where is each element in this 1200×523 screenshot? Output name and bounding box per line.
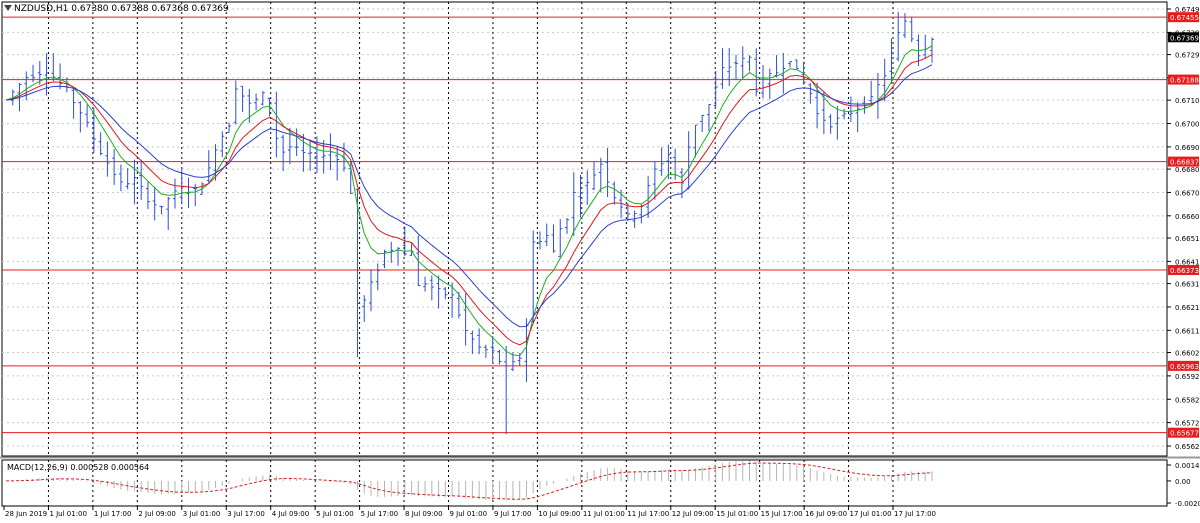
macd-tick-label: 0.00 — [1175, 478, 1191, 486]
macd-label: MACD(12,26,9) — [7, 463, 68, 472]
y-tick-label: 0.65820 — [1175, 396, 1200, 404]
x-tick-label: 16 Jul 09:00 — [805, 510, 847, 518]
x-tick-label: 15 Jul 01:00 — [716, 510, 758, 518]
chart-title: NZDUSD,H1 0.67380 0.67388 0.67368 0.6736… — [14, 4, 229, 14]
x-tick-label: 11 Jul 17:00 — [627, 510, 669, 518]
macd-panel-frame — [1, 459, 1168, 507]
x-tick-label: 5 Jul 01:00 — [316, 510, 354, 518]
y-tick-label: 0.66900 — [1175, 144, 1200, 152]
y-tick-label: 0.65920 — [1175, 373, 1200, 381]
current-price-label: 0.67369 — [1170, 34, 1199, 42]
y-tick-label: 0.66115 — [1175, 327, 1200, 335]
price-level-label: 0.65677 — [1170, 430, 1199, 438]
y-tick-label: 0.66605 — [1175, 213, 1200, 221]
x-tick-label: 11 Jul 01:00 — [583, 510, 625, 518]
x-tick-label: 9 Jul 01:00 — [450, 510, 488, 518]
y-tick-label: 0.66705 — [1175, 189, 1200, 197]
x-tick-label: 17 Jul 01:00 — [850, 510, 892, 518]
x-tick-label: 10 Jul 09:00 — [538, 510, 580, 518]
y-tick-label: 0.66510 — [1175, 235, 1200, 243]
price-level-label: 0.67188 — [1170, 77, 1199, 85]
ohlc-values: 0.67380 0.67388 0.67368 0.67369 — [71, 4, 229, 14]
y-tick-label: 0.67295 — [1175, 52, 1200, 60]
chart-canvas: 0.674900.673900.672950.671950.671000.670… — [0, 1, 1200, 518]
symbol-timeframe: NZDUSD,H1 — [14, 4, 69, 14]
y-tick-label: 0.66805 — [1175, 166, 1200, 174]
x-tick-label: 4 Jul 09:00 — [272, 510, 310, 518]
x-tick-label: 2 Jul 09:00 — [138, 510, 176, 518]
macd-values: 0.000528 0.000564 — [70, 463, 150, 472]
macd-tick-label: -0.002018 — [1175, 500, 1200, 508]
x-tick-label: 1 Jul 01:00 — [49, 510, 87, 518]
dropdown-arrow-icon[interactable] — [4, 5, 12, 11]
y-tick-label: 0.67000 — [1175, 121, 1200, 129]
y-tick-label: 0.66020 — [1175, 350, 1200, 358]
price-level-label: 0.66373 — [1170, 267, 1199, 275]
x-tick-label: 5 Jul 17:00 — [361, 510, 399, 518]
x-tick-label: 3 Jul 17:00 — [227, 510, 265, 518]
y-tick-label: 0.66315 — [1175, 281, 1200, 289]
main-panel-frame — [1, 1, 1168, 457]
x-tick-label: 12 Jul 09:00 — [672, 510, 714, 518]
x-tick-label: 3 Jul 01:00 — [183, 510, 221, 518]
price-level-label: 0.65963 — [1170, 363, 1199, 371]
x-tick-label: 15 Jul 17:00 — [761, 510, 803, 518]
x-tick-label: 1 Jul 17:00 — [94, 510, 132, 518]
y-tick-label: 0.66215 — [1175, 304, 1200, 312]
y-tick-label: 0.65720 — [1175, 420, 1200, 428]
y-tick-label: 0.67100 — [1175, 97, 1200, 105]
price-level-label: 0.66837 — [1170, 159, 1199, 167]
x-tick-label: 8 Jul 09:00 — [405, 510, 443, 518]
macd-title: MACD(12,26,9) 0.000528 0.000564 — [7, 463, 149, 472]
x-tick-label: 28 Jun 2019 — [5, 510, 47, 518]
y-tick-label: 0.65620 — [1175, 443, 1200, 451]
macd-tick-label: 0.001459 — [1175, 462, 1200, 470]
price-level-label: 0.67455 — [1170, 14, 1199, 22]
x-tick-label: 17 Jul 17:00 — [894, 510, 936, 518]
x-tick-label: 9 Jul 17:00 — [494, 510, 532, 518]
